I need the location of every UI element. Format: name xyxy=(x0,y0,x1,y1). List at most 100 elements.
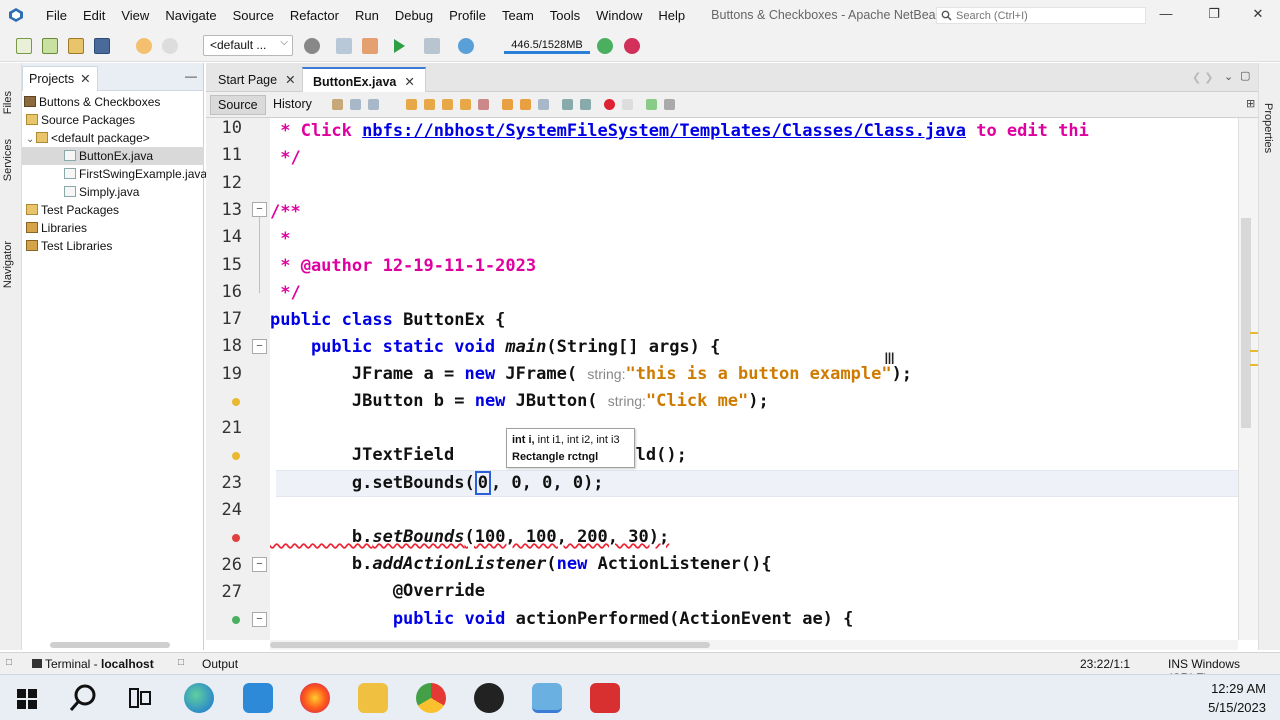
source-view-tab[interactable]: Source xyxy=(210,95,266,115)
chrome-icon[interactable] xyxy=(416,683,446,713)
task-view-icon[interactable] xyxy=(128,687,152,709)
configuration-select[interactable]: <default ... ⌵ xyxy=(203,35,293,56)
projects-tab[interactable]: Projects ✕ xyxy=(22,66,98,91)
template-link[interactable]: nbfs://nbhost/SystemFileSystem/Templates… xyxy=(362,121,966,141)
warning-marker[interactable] xyxy=(1250,332,1258,334)
toggle-rect-select-icon[interactable] xyxy=(478,99,489,110)
search-input[interactable] xyxy=(956,9,1136,22)
close-icon[interactable]: ✕ xyxy=(80,72,90,86)
shift-right-icon[interactable] xyxy=(580,99,591,110)
target-icon[interactable] xyxy=(304,38,320,54)
find-next-icon[interactable] xyxy=(442,99,453,110)
menu-edit[interactable]: Edit xyxy=(75,8,113,23)
toggle-bookmark-icon[interactable] xyxy=(538,99,549,110)
next-bookmark-icon[interactable] xyxy=(520,99,531,110)
start-macro-icon[interactable] xyxy=(604,99,615,110)
warning-icon[interactable] xyxy=(232,452,240,460)
fold-toggle[interactable]: − xyxy=(252,339,267,354)
tree-node[interactable]: FirstSwingExample.java xyxy=(22,165,207,183)
firefox-icon[interactable] xyxy=(300,683,330,713)
shift-left-icon[interactable] xyxy=(562,99,573,110)
output-tab[interactable]: Output xyxy=(202,657,238,671)
netbeans-taskbar-icon[interactable] xyxy=(532,683,562,713)
navigator-tab[interactable]: Navigator xyxy=(2,241,14,288)
terminal-tab[interactable]: Terminal - localhost xyxy=(32,657,154,671)
menu-window[interactable]: Window xyxy=(588,8,650,23)
minimize-panel-icon[interactable]: — xyxy=(185,69,197,83)
warning-marker[interactable] xyxy=(1250,364,1258,366)
profile-icon[interactable] xyxy=(458,38,474,54)
toggle-highlight-icon[interactable] xyxy=(460,99,471,110)
fold-toggle[interactable]: − xyxy=(252,557,267,572)
last-edit-icon[interactable] xyxy=(332,99,343,110)
split-icon[interactable]: ⊞ xyxy=(1246,97,1255,110)
history-view-tab[interactable]: History xyxy=(266,95,319,115)
close-window-button[interactable]: ✕ xyxy=(1246,6,1270,24)
horizontal-scrollbar[interactable] xyxy=(270,640,1238,650)
new-file-icon[interactable] xyxy=(16,38,32,54)
run-icon[interactable] xyxy=(394,39,405,53)
obs-icon[interactable] xyxy=(474,683,504,713)
tree-node[interactable]: Buttons & Checkboxes xyxy=(22,93,204,111)
menu-profile[interactable]: Profile xyxy=(441,8,494,23)
tab-start-page[interactable]: Start Page ✕ xyxy=(208,67,306,92)
close-icon[interactable]: ✕ xyxy=(404,75,414,89)
menu-run[interactable]: Run xyxy=(347,8,387,23)
vertical-scrollbar[interactable] xyxy=(1238,118,1258,640)
menu-refactor[interactable]: Refactor xyxy=(282,8,347,23)
restore-button[interactable]: ❐ xyxy=(1202,6,1226,24)
scroll-tabs-left-icon[interactable]: ❮ ❯ xyxy=(1192,71,1214,84)
prev-bookmark-icon[interactable] xyxy=(502,99,513,110)
tree-node[interactable]: Test Packages xyxy=(22,201,204,219)
close-icon[interactable]: ✕ xyxy=(285,73,295,87)
files-tab[interactable]: Files xyxy=(2,91,14,114)
tree-node[interactable]: Libraries xyxy=(22,219,204,237)
save-all-icon[interactable] xyxy=(94,38,110,54)
tab-buttonex-java[interactable]: ButtonEx.java ✕ xyxy=(302,67,426,92)
tab-list-icon[interactable]: ⌄ xyxy=(1224,70,1233,83)
warning-icon[interactable] xyxy=(232,398,240,406)
fold-toggle[interactable]: − xyxy=(252,612,267,627)
menu-source[interactable]: Source xyxy=(225,8,282,23)
properties-tab[interactable]: Properties xyxy=(1262,103,1274,153)
maximize-icon[interactable]: ▢ xyxy=(1240,69,1250,82)
control-panel-icon[interactable] xyxy=(243,683,273,713)
search-box[interactable] xyxy=(936,7,1146,24)
caret-selection[interactable]: 0 xyxy=(474,471,491,495)
redo-icon[interactable] xyxy=(162,38,178,54)
clean-build-icon[interactable] xyxy=(362,38,378,54)
edge-icon[interactable] xyxy=(184,683,214,713)
debug-icon[interactable] xyxy=(424,38,440,54)
menu-debug[interactable]: Debug xyxy=(387,8,441,23)
open-project-icon[interactable] xyxy=(68,38,84,54)
tree-node[interactable]: Simply.java xyxy=(22,183,204,201)
vivaldi-icon[interactable] xyxy=(590,683,620,713)
error-icon[interactable] xyxy=(232,534,240,542)
scrollbar-thumb[interactable] xyxy=(1241,218,1251,428)
windows-start-icon[interactable] xyxy=(17,689,37,709)
forward-icon[interactable] xyxy=(368,99,379,110)
tree-node[interactable]: Test Libraries xyxy=(22,237,204,255)
comment-icon[interactable] xyxy=(646,99,657,110)
override-icon[interactable] xyxy=(232,616,240,624)
services-tab[interactable]: Services xyxy=(2,139,14,181)
code-editor[interactable]: * Click nbfs://nbhost/SystemFileSystem/T… xyxy=(270,118,1238,640)
tree-node[interactable]: ⌄ <default package> xyxy=(22,129,204,147)
profiler-snapshot-icon[interactable] xyxy=(624,38,640,54)
search-icon[interactable] xyxy=(68,683,98,713)
find-icon[interactable] xyxy=(406,99,417,110)
back-icon[interactable] xyxy=(350,99,361,110)
tree-node[interactable]: ButtonEx.java xyxy=(22,147,204,165)
menu-team[interactable]: Team xyxy=(494,8,542,23)
minimize-button[interactable]: — xyxy=(1154,6,1178,24)
memory-meter[interactable]: 446.5/1528MB xyxy=(504,39,590,54)
find-previous-icon[interactable] xyxy=(424,99,435,110)
new-project-icon[interactable] xyxy=(42,38,58,54)
gc-icon[interactable] xyxy=(597,38,613,54)
scrollbar-thumb[interactable] xyxy=(270,642,710,648)
menu-help[interactable]: Help xyxy=(650,8,693,23)
tree-node[interactable]: ⌄Source Packages xyxy=(22,111,204,129)
menu-navigate[interactable]: Navigate xyxy=(157,8,224,23)
menu-view[interactable]: View xyxy=(113,8,157,23)
undo-icon[interactable] xyxy=(136,38,152,54)
